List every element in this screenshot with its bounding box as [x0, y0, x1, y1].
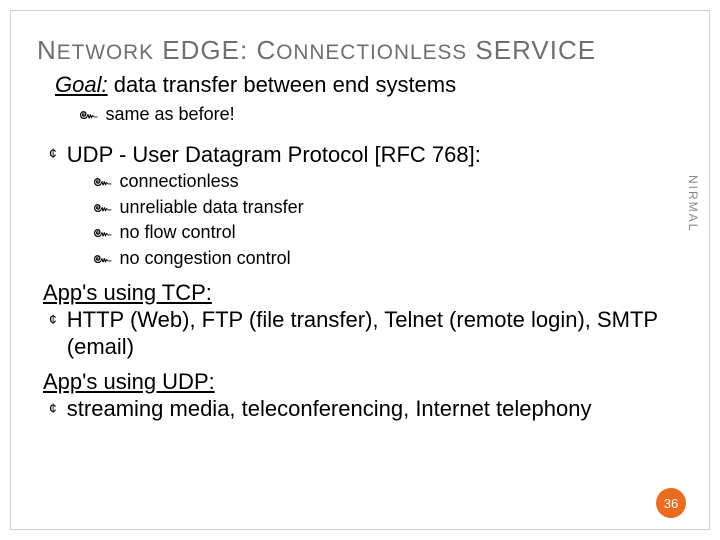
circle-bullet-icon: ¢	[49, 395, 57, 423]
circle-bullet-icon: ¢	[49, 140, 57, 170]
udp-item-text: no flow control	[120, 220, 236, 246]
title-part1-caps: N	[37, 35, 57, 65]
slide-frame: NETWORK EDGE: CONNECTIONLESS SERVICE Goa…	[10, 10, 710, 530]
title-colon: :	[240, 35, 256, 65]
udp-item: ๛ no flow control	[93, 220, 683, 246]
title-part3-sc: ONNECTIONLESS	[276, 41, 467, 64]
udp-item-text: connectionless	[120, 169, 239, 195]
udp-heading: ¢ UDP - User Datagram Protocol [RFC 768]…	[49, 140, 683, 170]
goal-subitem-text: same as before!	[106, 102, 235, 128]
swirl-bullet-icon: ๛	[93, 169, 112, 195]
udp-item: ๛ unreliable data transfer	[93, 195, 683, 221]
circle-bullet-icon: ¢	[49, 306, 57, 361]
goal-label: Goal:	[55, 72, 108, 97]
apps-udp-heading: App's using UDP:	[43, 369, 683, 395]
apps-tcp-item: ¢ HTTP (Web), FTP (file transfer), Telne…	[49, 306, 683, 361]
apps-udp-item-text: streaming media, teleconferencing, Inter…	[67, 395, 683, 423]
udp-item: ๛ no congestion control	[93, 246, 683, 272]
apps-udp-item: ¢ streaming media, teleconferencing, Int…	[49, 395, 683, 423]
goal-line: Goal: data transfer between end systems	[55, 72, 683, 98]
author-side-label: NIRMAL	[686, 175, 700, 232]
title-part2: EDGE	[154, 35, 240, 65]
apps-tcp-item-text: HTTP (Web), FTP (file transfer), Telnet …	[67, 306, 683, 361]
swirl-bullet-icon: ๛	[93, 220, 112, 246]
page-number-badge: 36	[656, 488, 686, 518]
swirl-bullet-icon: ๛	[93, 195, 112, 221]
udp-item-text: unreliable data transfer	[120, 195, 304, 221]
goal-subitem: ๛ same as before!	[79, 102, 683, 128]
title-part3-caps: C	[256, 35, 276, 65]
title-part4: SERVICE	[467, 35, 596, 65]
apps-tcp-heading: App's using TCP:	[43, 280, 683, 306]
slide-title: NETWORK EDGE: CONNECTIONLESS SERVICE	[37, 35, 683, 66]
swirl-bullet-icon: ๛	[79, 102, 98, 128]
udp-heading-text: UDP - User Datagram Protocol [RFC 768]:	[67, 140, 481, 170]
goal-text: data transfer between end systems	[108, 72, 457, 97]
title-part1-sc: ETWORK	[57, 41, 154, 64]
page-number: 36	[664, 496, 678, 511]
udp-item: ๛ connectionless	[93, 169, 683, 195]
udp-item-text: no congestion control	[120, 246, 291, 272]
swirl-bullet-icon: ๛	[93, 246, 112, 272]
